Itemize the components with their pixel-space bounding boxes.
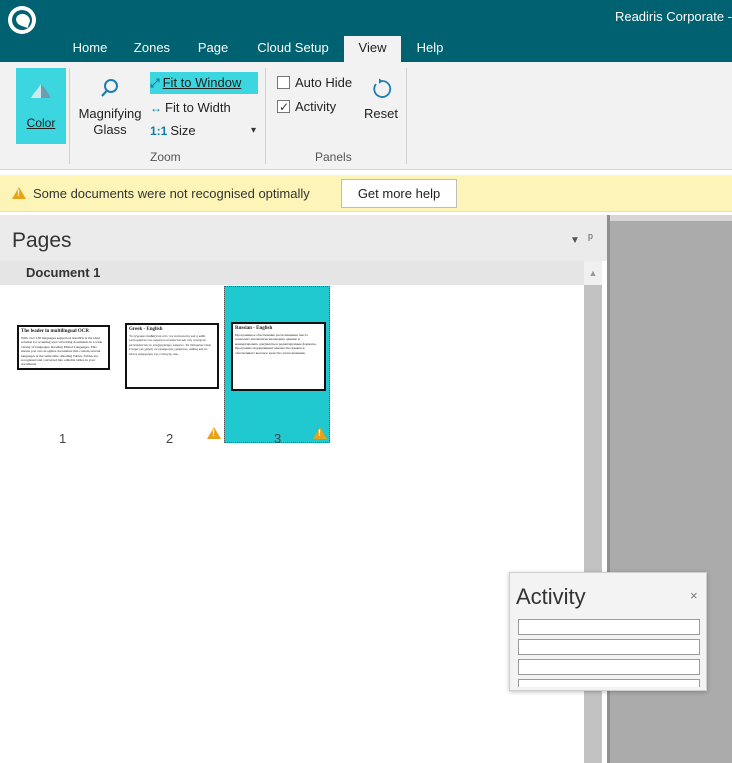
activity-row (518, 679, 700, 687)
tab-zones[interactable]: Zones (124, 36, 180, 62)
auto-hide-box[interactable] (277, 76, 290, 89)
color-button[interactable]: Color (16, 68, 66, 144)
fit-window-icon: ⤢ (150, 76, 160, 90)
magnifier-icon (101, 79, 118, 97)
tab-help[interactable]: Help (408, 36, 452, 62)
scroll-up-icon[interactable]: ▲ (584, 261, 602, 285)
pages-header: Pages ▼ ᵖ (0, 215, 607, 261)
warning-icon (12, 187, 26, 199)
activity-row (518, 659, 700, 675)
chevron-down-icon[interactable]: ▾ (251, 125, 256, 136)
page-thumbnail-1[interactable]: The leader in multilingual OCR With over… (14, 286, 112, 443)
activity-checkbox[interactable]: Activity (277, 97, 336, 117)
tab-page[interactable]: Page (186, 36, 240, 62)
size-icon: 1:1 (150, 124, 168, 138)
page-preview: Russian - English Программное обеспечени… (231, 322, 326, 391)
magnifying-glass-button[interactable]: Magnifying Glass (74, 78, 146, 138)
activity-check-box[interactable] (277, 97, 290, 117)
panel-menu-chevron-icon[interactable]: ▼ (570, 235, 580, 246)
document-label: Document 1 (26, 265, 101, 280)
activity-list[interactable] (518, 619, 700, 687)
activity-row (518, 639, 700, 655)
close-icon[interactable]: × (690, 588, 698, 603)
size-dropdown[interactable]: 1:1 Size (150, 120, 196, 142)
tab-view[interactable]: View (344, 36, 401, 62)
viewer-top-strip (610, 215, 732, 221)
get-more-help-button[interactable]: Get more help (341, 179, 457, 208)
fit-to-width-button[interactable]: ↔ Fit to Width (150, 97, 231, 119)
glass-label: Glass (93, 122, 127, 137)
page-number-2: 2 (166, 431, 174, 446)
page-preview: Greek - English Το έγγραφο διαβάζεται απ… (125, 323, 219, 389)
page-2-warning-icon (207, 427, 221, 439)
document-group-header[interactable]: Document 1 (0, 261, 584, 285)
pin-icon[interactable]: ᵖ (588, 230, 593, 245)
pages-title: Pages (12, 229, 72, 252)
activity-title: Activity (516, 584, 586, 609)
page-thumbnail-2[interactable]: Greek - English Το έγγραφο διαβάζεται απ… (120, 286, 220, 443)
fit-width-icon: ↔ (150, 101, 162, 115)
page-number-3: 3 (274, 431, 282, 446)
activity-row (518, 619, 700, 635)
tab-cloud-setup[interactable]: Cloud Setup (250, 36, 336, 62)
page-preview: The leader in multilingual OCR With over… (17, 325, 110, 370)
page-3-warning-icon (313, 427, 327, 439)
notification-message: Some documents were not recognised optim… (33, 186, 310, 201)
page-number-1: 1 (59, 431, 67, 446)
reset-icon (373, 78, 392, 98)
color-palette-icon (31, 84, 51, 98)
window-title: Readiris Corporate - (614, 9, 732, 24)
app-logo-icon[interactable] (8, 6, 36, 34)
color-label: Color (26, 116, 56, 130)
zoom-group-label: Zoom (150, 150, 181, 164)
auto-hide-checkbox[interactable]: Auto Hide (277, 73, 352, 93)
fit-to-window-button[interactable]: ⤢ Fit to Window (150, 72, 258, 94)
ribbon: Color Magnifying Glass ⤢ Fit to Window ↔ F… (0, 62, 732, 170)
magnifying-label: Magnifying (78, 106, 142, 121)
reset-button[interactable]: Reset (361, 78, 401, 121)
activity-panel: Activity × (509, 572, 707, 691)
page-thumbnail-3[interactable]: Russian - English Программное обеспечени… (224, 286, 330, 443)
panels-group-label: Panels (315, 150, 352, 164)
tab-home[interactable]: Home (60, 36, 120, 62)
title-bar: Readiris Corporate - Home Zones Page Clo… (0, 0, 732, 62)
